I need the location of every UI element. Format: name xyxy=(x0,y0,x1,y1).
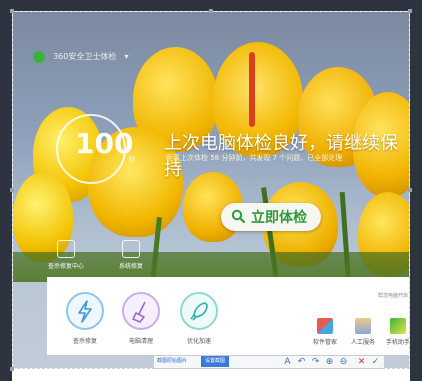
mini-tool-software[interactable]: 软件管家 xyxy=(309,318,341,346)
mini-tool-phone[interactable]: 手机助手 xyxy=(385,318,410,346)
shield-icon xyxy=(57,240,75,258)
tool-cleanup[interactable]: 电脑清理 xyxy=(119,292,163,345)
panel-hint: 帮您电脑开启 xyxy=(378,293,409,299)
brand-name: 360安全卫士体检 xyxy=(53,52,117,61)
tool-label: 查杀修复 xyxy=(72,338,97,345)
capture-region[interactable]: 360安全卫士体检 ▾ 100 分 上次电脑体检良好，请继续保持 距离上次体检 … xyxy=(12,11,410,369)
mini-tool-label: 人工服务 xyxy=(350,339,375,346)
dimmed-overlay-left xyxy=(0,11,12,381)
screenshot-toolbar xyxy=(153,355,385,369)
quick-link-system-repair[interactable]: 系统修复 xyxy=(111,240,151,270)
score-unit: 分 xyxy=(128,155,135,163)
phone-icon xyxy=(390,318,406,334)
resize-handle[interactable] xyxy=(10,9,14,13)
cancel-button[interactable]: ✕ xyxy=(355,355,368,369)
support-icon xyxy=(355,318,371,334)
confirm-button[interactable]: ✓ xyxy=(369,355,382,369)
brand-logo xyxy=(33,50,45,63)
mini-tool-support[interactable]: 人工服务 xyxy=(347,318,379,346)
text-tool-button[interactable]: A xyxy=(281,355,294,369)
tool-label: 电脑清理 xyxy=(128,338,153,345)
health-score: 100 xyxy=(75,127,134,160)
tool-antivirus[interactable]: 查杀修复 xyxy=(63,292,107,345)
chevron-down-icon[interactable]: ▾ xyxy=(124,52,128,61)
tool-speedup[interactable]: 优化加速 xyxy=(177,292,221,345)
resize-handle[interactable] xyxy=(408,9,412,13)
quick-link-label: 系统修复 xyxy=(118,263,143,270)
app-header: 360安全卫士体检 ▾ xyxy=(33,46,128,63)
resize-handle[interactable] xyxy=(408,188,412,192)
status-subline: 距离上次体检 58 分钟前，共发现 7 个问题，已全部处理 xyxy=(166,154,343,162)
resize-handle[interactable] xyxy=(10,367,14,371)
zoom-in-button[interactable]: ⊕ xyxy=(323,355,336,369)
zoom-out-button[interactable]: ⊖ xyxy=(337,355,350,369)
broom-icon xyxy=(122,292,160,330)
mini-tool-label: 软件管家 xyxy=(312,339,337,346)
undo-button[interactable]: ↶ xyxy=(295,355,308,369)
wrench-icon xyxy=(122,240,140,258)
rocket-icon xyxy=(180,292,218,330)
tool-label: 优化加速 xyxy=(186,338,211,345)
tulip-red-stripe xyxy=(249,52,255,127)
quick-link-security-center[interactable]: 查杀修复中心 xyxy=(46,240,86,270)
search-icon xyxy=(231,209,245,223)
mini-tool-label: 手机助手 xyxy=(385,339,410,346)
lightning-icon xyxy=(66,292,104,330)
filename-input[interactable]: 截图原始图片 xyxy=(157,357,187,367)
redo-button[interactable]: ↷ xyxy=(309,355,322,369)
start-checkup-label: 立即体检 xyxy=(251,210,307,226)
apps-icon xyxy=(317,318,333,334)
quick-link-label: 查杀修复中心 xyxy=(47,263,84,270)
selected-mode[interactable]: 设置截图 xyxy=(201,356,229,367)
dimmed-overlay-right xyxy=(410,11,422,381)
resize-handle[interactable] xyxy=(10,188,14,192)
resize-handle[interactable] xyxy=(209,9,213,13)
